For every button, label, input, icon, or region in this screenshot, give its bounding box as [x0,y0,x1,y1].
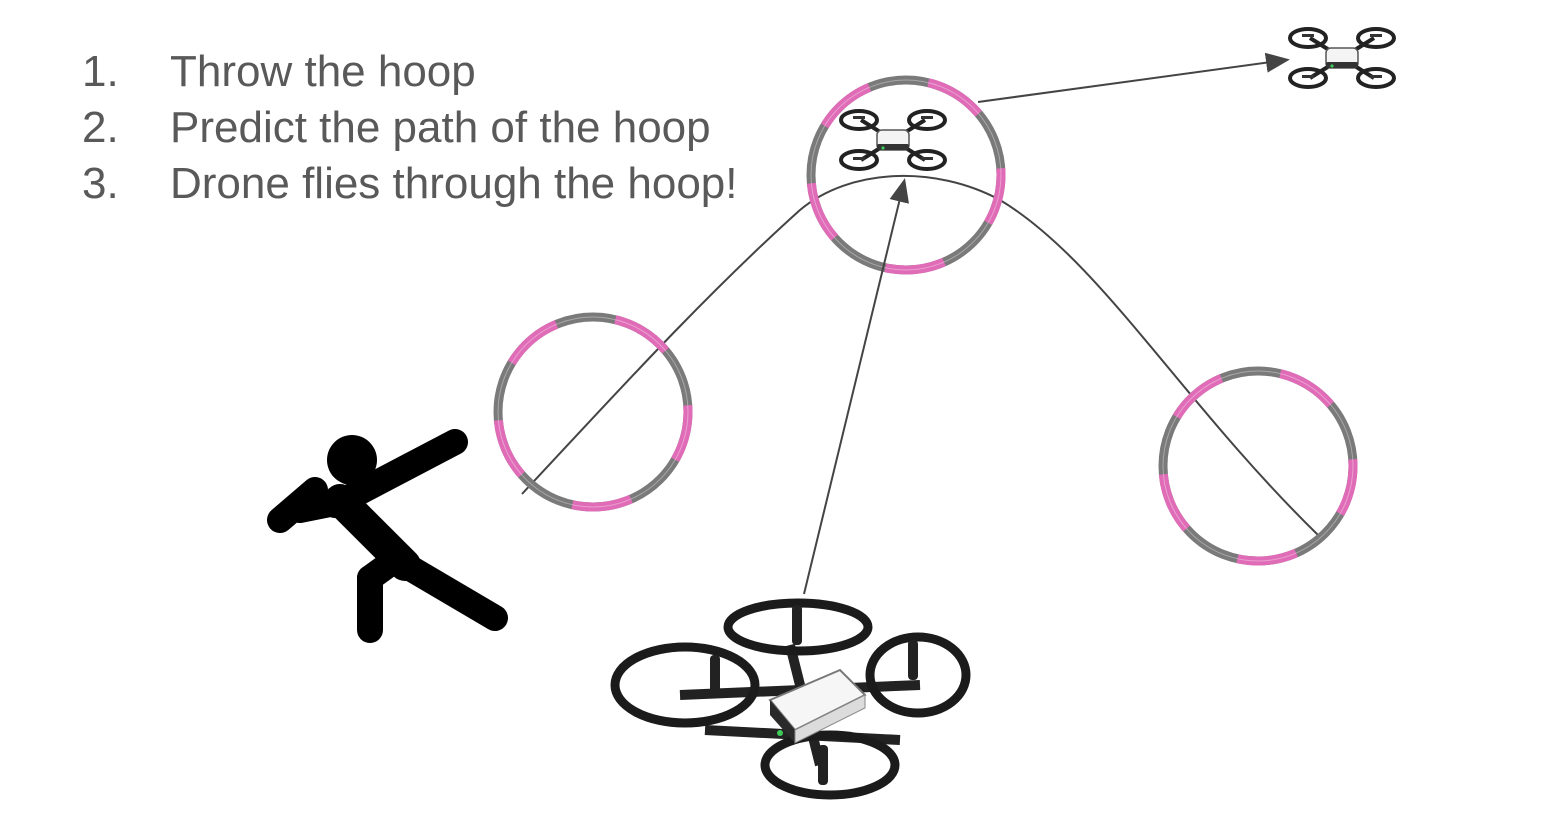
hoop-icon [1163,371,1353,561]
drone-icon [1288,27,1396,89]
diagram-canvas [267,27,1396,800]
drone-icon [610,598,971,800]
slide: 1. Throw the hoop 2. Predict the path of… [0,0,1546,820]
hoop-path-curve [521,174,1319,536]
drone-icon [839,109,947,171]
drone-exit-arrow [977,52,1290,103]
hoop-icon [498,317,688,507]
drone-flight-arrow [803,178,910,595]
thrower-figure-icon [267,429,508,643]
